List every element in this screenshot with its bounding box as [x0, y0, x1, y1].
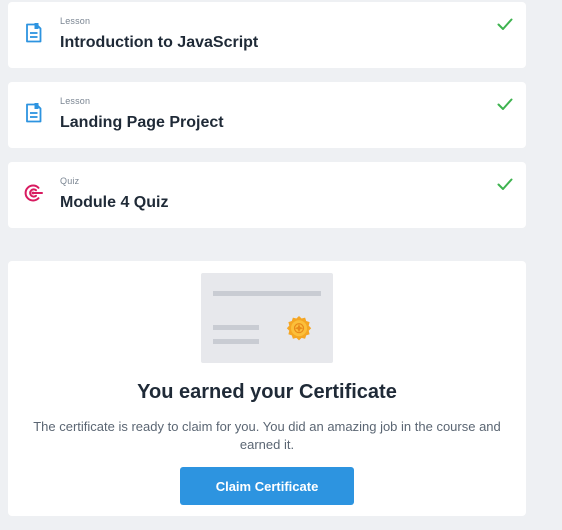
- lesson-item-intro-js[interactable]: Lesson Introduction to JavaScript: [8, 2, 526, 68]
- check-icon: [497, 18, 513, 30]
- item-title: Introduction to JavaScript: [60, 34, 259, 51]
- quiz-target-icon: [24, 184, 43, 202]
- item-title: Landing Page Project: [60, 114, 224, 131]
- lesson-document-icon: [26, 23, 42, 43]
- item-type-label: Lesson: [60, 96, 91, 106]
- check-icon: [497, 98, 513, 110]
- lesson-document-icon: [26, 103, 42, 123]
- quiz-item-module-4[interactable]: Quiz Module 4 Quiz: [8, 162, 526, 228]
- item-title: Module 4 Quiz: [60, 194, 169, 211]
- claim-certificate-button[interactable]: Claim Certificate: [180, 467, 354, 505]
- check-icon: [497, 178, 513, 190]
- certificate-heading: You earned your Certificate: [137, 381, 397, 403]
- certificate-description: The certificate is ready to claim for yo…: [33, 419, 501, 452]
- certificate-card: You earned your Certificate The certific…: [8, 261, 526, 516]
- item-type-label: Quiz: [60, 176, 80, 186]
- lesson-item-landing-page[interactable]: Lesson Landing Page Project: [8, 82, 526, 148]
- item-type-label: Lesson: [60, 16, 91, 26]
- certificate-icon: [201, 273, 333, 363]
